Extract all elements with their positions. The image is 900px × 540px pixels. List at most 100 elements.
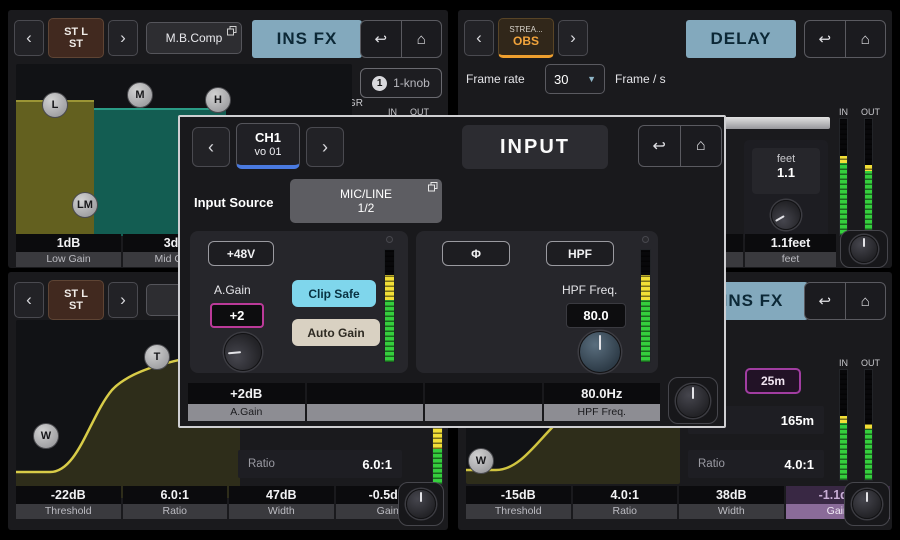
- prev-channel-button[interactable]: ‹: [192, 127, 230, 167]
- band-handle-high[interactable]: H: [205, 87, 231, 113]
- strip-value: 4.0:1: [573, 486, 678, 504]
- phase-button[interactable]: Φ: [442, 241, 510, 266]
- strip-label: Width: [679, 504, 784, 519]
- undo-icon[interactable]: ↩: [805, 283, 846, 319]
- analog-gain-value[interactable]: +2: [210, 303, 264, 328]
- strip-cell-threshold[interactable]: -22dB Threshold: [16, 486, 121, 519]
- strip-cell-ratio[interactable]: 6.0:1 Ratio: [123, 486, 228, 519]
- ratio-row-label: Ratio: [248, 458, 275, 470]
- strip-cell-hpffreq[interactable]: 80.0Hz HPF Freq.: [544, 383, 661, 421]
- param-strip: -15dB Threshold 4.0:1 Ratio 38dB Width -…: [466, 486, 890, 519]
- one-knob-icon: 1: [372, 76, 387, 91]
- gr-meter: [432, 427, 443, 485]
- strip-cell-threshold[interactable]: -15dB Threshold: [466, 486, 571, 519]
- strip-label: A.Gain: [188, 404, 305, 421]
- strip-cell[interactable]: [307, 383, 424, 421]
- mixer-touchscreen: ‹ ST L ST › M.B.Comp INS FX ↩ ⌂ 1 1-knob…: [0, 0, 900, 540]
- next-channel-button[interactable]: ›: [108, 282, 138, 318]
- frame-rate-value: 30: [554, 72, 568, 87]
- touch-turn-knob-button[interactable]: [840, 230, 888, 268]
- nav-group: ↩ ⌂: [804, 20, 886, 58]
- input-source-button[interactable]: MIC/LINE 1/2: [290, 179, 442, 223]
- hpf-freq-value[interactable]: 80.0: [566, 303, 626, 328]
- next-channel-button[interactable]: ›: [558, 20, 588, 56]
- strip-cell-width[interactable]: 38dB Width: [679, 486, 784, 519]
- prev-channel-button[interactable]: ‹: [464, 20, 494, 56]
- hpf-freq-knob[interactable]: [579, 331, 621, 373]
- effect-preset-button[interactable]: M.B.Comp: [146, 22, 242, 54]
- ratio-row[interactable]: Ratio 6.0:1: [238, 450, 402, 478]
- strip-cell[interactable]: [425, 383, 542, 421]
- hpf-card: Φ HPF HPF Freq. 80.0: [416, 231, 658, 373]
- home-icon[interactable]: ⌂: [846, 21, 886, 57]
- channel-select-button[interactable]: ST L ST: [48, 18, 104, 58]
- undo-icon[interactable]: ↩: [639, 126, 681, 166]
- ratio-row[interactable]: Ratio 4.0:1: [688, 450, 824, 478]
- undo-icon[interactable]: ↩: [805, 21, 846, 57]
- hpf-button[interactable]: HPF: [546, 241, 614, 266]
- param-strip: -22dB Threshold 6.0:1 Ratio 47dB Width -…: [16, 486, 440, 519]
- home-icon[interactable]: ⌂: [681, 126, 722, 166]
- ratio-row-value: 4.0:1: [784, 457, 814, 472]
- frame-rate-dropdown[interactable]: 30 ▼: [545, 64, 605, 94]
- strip-value: -15dB: [466, 486, 571, 504]
- threshold-handle[interactable]: T: [144, 344, 170, 370]
- channel-select-button[interactable]: CH1 vo 01: [236, 123, 300, 169]
- undo-icon[interactable]: ↩: [361, 21, 402, 57]
- band-handle-low[interactable]: L: [42, 92, 68, 118]
- dropdown-arrow-icon: ▼: [587, 74, 596, 84]
- delay-badge[interactable]: 25m: [745, 368, 801, 394]
- delay-scale-bar: [710, 117, 830, 129]
- clip-safe-button[interactable]: Clip Safe: [292, 280, 376, 307]
- analog-gain-knob[interactable]: [222, 331, 263, 372]
- analog-gain-label: A.Gain: [214, 283, 251, 297]
- next-channel-button[interactable]: ›: [108, 20, 138, 56]
- prev-channel-button[interactable]: ‹: [14, 282, 44, 318]
- strip-cell-width[interactable]: 47dB Width: [229, 486, 334, 519]
- page-title-chip: INS FX: [252, 20, 362, 58]
- home-icon[interactable]: ⌂: [402, 21, 442, 57]
- peak-led: [642, 236, 649, 243]
- strip-cell-delay[interactable]: 1.1feet feet: [745, 234, 836, 267]
- touch-turn-knob-icon: [676, 384, 710, 418]
- width-handle[interactable]: W: [468, 448, 494, 474]
- channel-sub: vo 01: [255, 146, 282, 158]
- auto-gain-button[interactable]: Auto Gain: [292, 319, 380, 346]
- strip-value: 6.0:1: [123, 486, 228, 504]
- width-handle[interactable]: W: [33, 423, 59, 449]
- out-meter: [864, 369, 873, 481]
- touch-turn-knob-button[interactable]: [398, 482, 444, 526]
- strip-cell-lowgain[interactable]: 1dB Low Gain: [16, 234, 121, 267]
- meter-out-label: OUT: [861, 107, 880, 117]
- phantom-power-button[interactable]: +48V: [208, 241, 274, 266]
- home-icon[interactable]: ⌂: [846, 283, 886, 319]
- prev-channel-button[interactable]: ‹: [14, 20, 44, 56]
- strip-label: Threshold: [16, 504, 121, 519]
- param-strip: +2dB A.Gain 80.0Hz HPF Freq.: [188, 383, 660, 421]
- strip-cell-ratio[interactable]: 4.0:1 Ratio: [573, 486, 678, 519]
- out-meter: [864, 118, 873, 236]
- strip-value: 1dB: [16, 234, 121, 252]
- one-knob-button[interactable]: 1 1-knob: [360, 68, 442, 98]
- band-handle-mid[interactable]: M: [127, 82, 153, 108]
- band-handle-lowmid[interactable]: LM: [72, 192, 98, 218]
- touch-turn-knob-button[interactable]: [844, 482, 890, 526]
- strip-cell-again[interactable]: +2dB A.Gain: [188, 383, 305, 421]
- strip-label: Low Gain: [16, 252, 121, 267]
- strip-label: feet: [745, 252, 836, 267]
- strip-label: Ratio: [123, 504, 228, 519]
- frame-rate-label: Frame rate: [466, 72, 525, 86]
- input-dialog: ‹ CH1 vo 01 › INPUT ↩ ⌂ Input Source MIC…: [178, 115, 726, 428]
- channel-select-button[interactable]: ST L ST: [48, 280, 104, 320]
- touch-turn-knob-icon: [406, 489, 436, 519]
- touch-turn-knob-icon: [852, 489, 882, 519]
- channel-select-button[interactable]: STREA... OBS: [498, 18, 554, 58]
- frame-unit-label: Frame / s: [615, 72, 666, 86]
- next-channel-button[interactable]: ›: [306, 127, 344, 167]
- delay-value-box[interactable]: feet 1.1: [752, 148, 820, 194]
- strip-label: Ratio: [573, 504, 678, 519]
- channel-name: ST L: [64, 26, 88, 38]
- strip-value: [307, 383, 424, 404]
- touch-turn-knob-button[interactable]: [668, 377, 718, 424]
- delay-knob[interactable]: [766, 195, 807, 236]
